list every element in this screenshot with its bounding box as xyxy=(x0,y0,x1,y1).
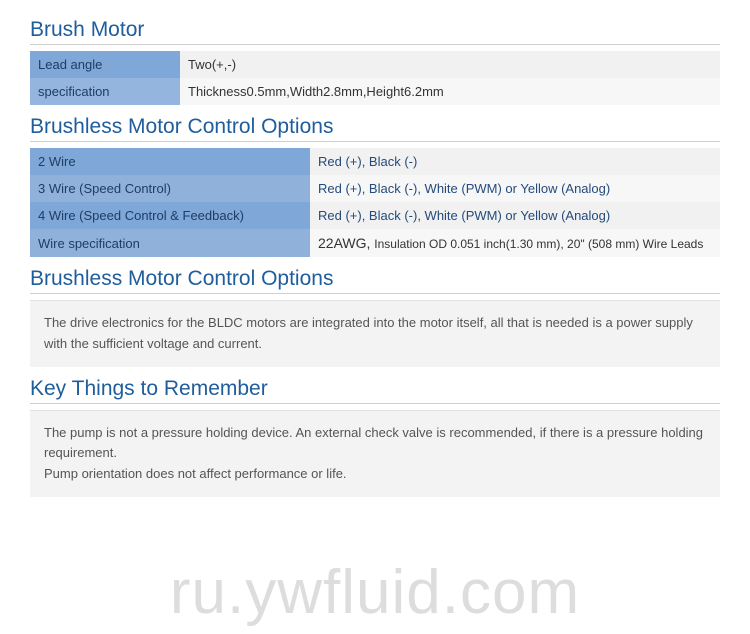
table-row: 3 Wire (Speed Control) Red (+), Black (-… xyxy=(30,175,720,202)
row-value: 22AWG, Insulation OD 0.051 inch(1.30 mm)… xyxy=(310,229,720,257)
row-label: Lead angle xyxy=(30,51,180,78)
key-things-line-1: The pump is not a pressure holding devic… xyxy=(44,423,706,465)
row-value: Red (+), Black (-), White (PWM) or Yello… xyxy=(310,175,720,202)
section-title-brushless-options-1: Brushless Motor Control Options xyxy=(30,115,720,142)
row-value: Two(+,-) xyxy=(180,51,720,78)
watermark: ru.ywfluid.com xyxy=(0,557,750,628)
row-label: 2 Wire xyxy=(30,148,310,175)
row-label: 3 Wire (Speed Control) xyxy=(30,175,310,202)
table-row: 2 Wire Red (+), Black (-) xyxy=(30,148,720,175)
row-label: specification xyxy=(30,78,180,105)
key-things-line-2: Pump orientation does not affect perform… xyxy=(44,464,706,485)
section-title-brushless-options-2: Brushless Motor Control Options xyxy=(30,267,720,294)
row-value: Red (+), Black (-) xyxy=(310,148,720,175)
table-row: specification Thickness0.5mm,Width2.8mm,… xyxy=(30,78,720,105)
section-title-brush-motor: Brush Motor xyxy=(30,18,720,45)
table-row: Wire specification 22AWG, Insulation OD … xyxy=(30,229,720,257)
brushless-options-table: 2 Wire Red (+), Black (-) 3 Wire (Speed … xyxy=(30,148,720,257)
brush-motor-table: Lead angle Two(+,-) specification Thickn… xyxy=(30,51,720,105)
brushless-description-box: The drive electronics for the BLDC motor… xyxy=(30,300,720,367)
row-label: 4 Wire (Speed Control & Feedback) xyxy=(30,202,310,229)
table-row: 4 Wire (Speed Control & Feedback) Red (+… xyxy=(30,202,720,229)
row-value: Red (+), Black (-), White (PWM) or Yello… xyxy=(310,202,720,229)
section-title-key-things: Key Things to Remember xyxy=(30,377,720,404)
key-things-box: The pump is not a pressure holding devic… xyxy=(30,410,720,497)
table-row: Lead angle Two(+,-) xyxy=(30,51,720,78)
row-value: Thickness0.5mm,Width2.8mm,Height6.2mm xyxy=(180,78,720,105)
row-label: Wire specification xyxy=(30,229,310,257)
